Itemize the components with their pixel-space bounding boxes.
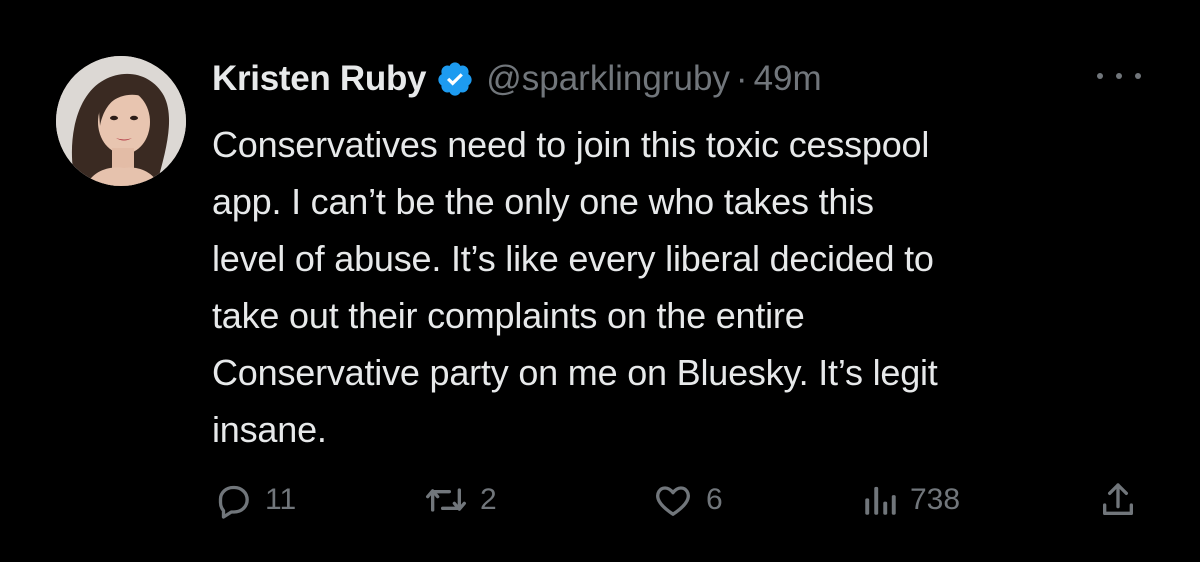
share-button[interactable] — [1098, 470, 1138, 530]
verified-badge-icon — [436, 60, 474, 98]
tweet-actions: 11 2 6 738 — [0, 470, 1200, 530]
repost-count: 2 — [480, 483, 497, 516]
header-separator: · — [735, 59, 748, 98]
share-icon — [1103, 483, 1133, 515]
views-button[interactable]: 738 — [862, 470, 960, 530]
tweet-text: Conservatives need to join this toxic ce… — [212, 116, 1172, 458]
tweet-timestamp[interactable]: 49m — [754, 59, 822, 99]
author-handle[interactable]: @sparklingruby — [486, 59, 730, 99]
more-options-icon[interactable] — [1097, 66, 1141, 86]
tweet-card[interactable]: Kristen Ruby @sparklingruby · 49m Conser… — [0, 0, 1200, 562]
profile-photo-icon — [56, 56, 186, 186]
author-name[interactable]: Kristen Ruby — [212, 59, 427, 99]
like-count: 6 — [706, 483, 723, 516]
avatar[interactable] — [56, 56, 186, 186]
tweet-text-line: app. I can’t be the only one who takes t… — [212, 181, 874, 222]
tweet-text-line: take out their complaints on the entire — [212, 295, 805, 336]
reply-button[interactable]: 11 — [213, 470, 296, 530]
like-icon — [656, 486, 690, 516]
views-count: 738 — [910, 483, 961, 516]
repost-button[interactable]: 2 — [424, 470, 497, 530]
tweet-text-line: Conservatives need to join this toxic ce… — [212, 124, 930, 165]
tweet-text-line: level of abuse. It’s like every liberal … — [212, 238, 934, 279]
tweet-header: Kristen Ruby @sparklingruby · 49m — [212, 54, 822, 104]
tweet-text-line: Conservative party on me on Bluesky. It’… — [212, 352, 938, 393]
views-icon — [865, 486, 896, 515]
repost-icon — [425, 488, 466, 512]
like-button[interactable]: 6 — [652, 470, 723, 530]
tweet-text-line: insane. — [212, 409, 327, 450]
reply-icon — [218, 485, 249, 519]
reply-count: 11 — [265, 483, 297, 516]
